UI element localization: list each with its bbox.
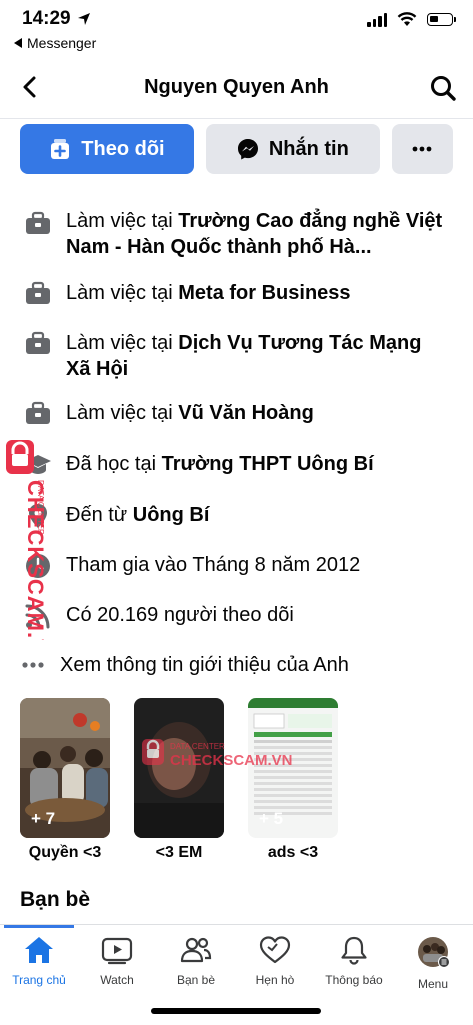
header-divider xyxy=(0,118,473,119)
more-options-button[interactable] xyxy=(391,124,453,174)
more-dots-icon xyxy=(412,146,432,152)
album-thumbnail-1[interactable]: + 7 xyxy=(20,698,110,838)
message-button[interactable]: Nhắn tin xyxy=(205,124,380,174)
checkscam-watermark-vertical: CHECKSCAM.VN DATA CENTER xyxy=(6,440,44,640)
home-indicator xyxy=(151,1008,321,1014)
dating-heart-icon xyxy=(259,936,291,964)
info-followers-text: Có 20.169 người theo dõi xyxy=(66,604,294,626)
tab-friends[interactable]: Bạn bè xyxy=(157,935,235,987)
wifi-icon xyxy=(397,12,417,26)
follow-label: Theo dõi xyxy=(81,137,165,160)
battery-icon xyxy=(427,13,456,26)
profile-actions: Theo dõi Nhắn tin xyxy=(20,124,453,174)
ellipsis-icon xyxy=(22,662,44,668)
info-work-3-text: Làm việc tại Dịch Vụ Tương Tác Mạng Xã H… xyxy=(66,332,422,380)
info-work-2-text: Làm việc tại Meta for Business xyxy=(66,282,351,304)
message-label: Nhắn tin xyxy=(268,137,349,160)
profile-header: Nguyen Quyen Anh xyxy=(0,62,473,114)
back-to-messenger-link[interactable]: Messenger xyxy=(14,35,96,51)
photo-albums: + 7 Quyền <3 <3 EM + 5 ads <3 xyxy=(20,698,453,868)
info-education-text: Đã học tại Trường THPT Uông Bí xyxy=(66,453,374,475)
briefcase-icon xyxy=(26,211,50,234)
info-work-2-link[interactable]: Meta for Business xyxy=(178,282,350,304)
album-count-1: + 7 xyxy=(31,809,56,828)
tab-dating-label: Hẹn hò xyxy=(255,973,295,987)
status-time: 14:29 xyxy=(22,8,91,30)
tab-notifications-label: Thông báo xyxy=(325,973,383,987)
location-arrow-icon xyxy=(77,13,90,25)
album-label-1[interactable]: Quyền <3 xyxy=(10,844,120,862)
clock-text: 14:29 xyxy=(22,8,71,29)
tab-friends-label: Bạn bè xyxy=(176,973,216,987)
tab-dating[interactable]: Hẹn hò xyxy=(236,935,314,987)
tab-notifications[interactable]: Thông báo xyxy=(315,935,393,987)
follow-plus-icon xyxy=(51,139,70,159)
friends-section-title: Bạn bè xyxy=(20,888,91,911)
briefcase-icon xyxy=(26,281,50,304)
watermark-center-small: DATA CENTER xyxy=(170,742,225,751)
see-about-text: Xem thông tin giới thiệu của Anh xyxy=(60,654,349,676)
tab-watch-label: Watch xyxy=(100,973,134,987)
status-bar: 14:29 Messenger xyxy=(0,0,473,56)
back-triangle-icon xyxy=(14,38,22,48)
tab-menu-label: Menu xyxy=(417,977,449,991)
info-work-4-text: Làm việc tại Vũ Văn Hoàng xyxy=(66,402,314,424)
page-title: Nguyen Quyen Anh xyxy=(144,76,329,98)
info-work-1-text: Làm việc tại Trường Cao đẳng nghề Việt N… xyxy=(66,210,443,258)
search-icon[interactable] xyxy=(429,74,457,102)
menu-avatar-icon xyxy=(418,937,450,968)
tab-watch[interactable]: Watch xyxy=(78,935,156,987)
briefcase-icon xyxy=(26,331,50,354)
briefcase-icon xyxy=(26,401,50,424)
friends-icon xyxy=(180,937,212,963)
info-joined-text: Tham gia vào Tháng 8 năm 2012 xyxy=(66,554,361,576)
album-label-2[interactable]: <3 EM xyxy=(124,844,234,862)
status-icons xyxy=(367,12,456,27)
watch-video-icon xyxy=(101,937,133,965)
info-education-link[interactable]: Trường THPT Uông Bí xyxy=(162,453,374,475)
tab-menu[interactable]: Menu xyxy=(394,935,472,991)
tab-home-label: Trang chủ xyxy=(12,973,66,987)
active-tab-indicator xyxy=(4,925,74,928)
watermark-vertical-small: DATA CENTER xyxy=(36,480,44,535)
watermark-center-text: CHECKSCAM.VN xyxy=(170,752,293,769)
cellular-signal-icon xyxy=(367,12,387,27)
back-app-label: Messenger xyxy=(27,35,97,51)
album-label-3[interactable]: ads <3 xyxy=(238,844,348,862)
tab-home[interactable]: Trang chủ xyxy=(0,935,78,987)
album-count-3: + 5 xyxy=(259,809,284,828)
messenger-icon xyxy=(237,139,258,160)
checkscam-watermark-center: DATA CENTER CHECKSCAM.VN xyxy=(142,739,293,769)
follow-button[interactable]: Theo dõi xyxy=(20,124,194,174)
info-work-4-link[interactable]: Vũ Văn Hoàng xyxy=(178,402,314,424)
info-hometown-text: Đến từ Uông Bí xyxy=(66,504,210,526)
info-hometown-link[interactable]: Uông Bí xyxy=(133,504,210,526)
bell-icon xyxy=(341,936,367,965)
home-icon xyxy=(25,937,53,963)
